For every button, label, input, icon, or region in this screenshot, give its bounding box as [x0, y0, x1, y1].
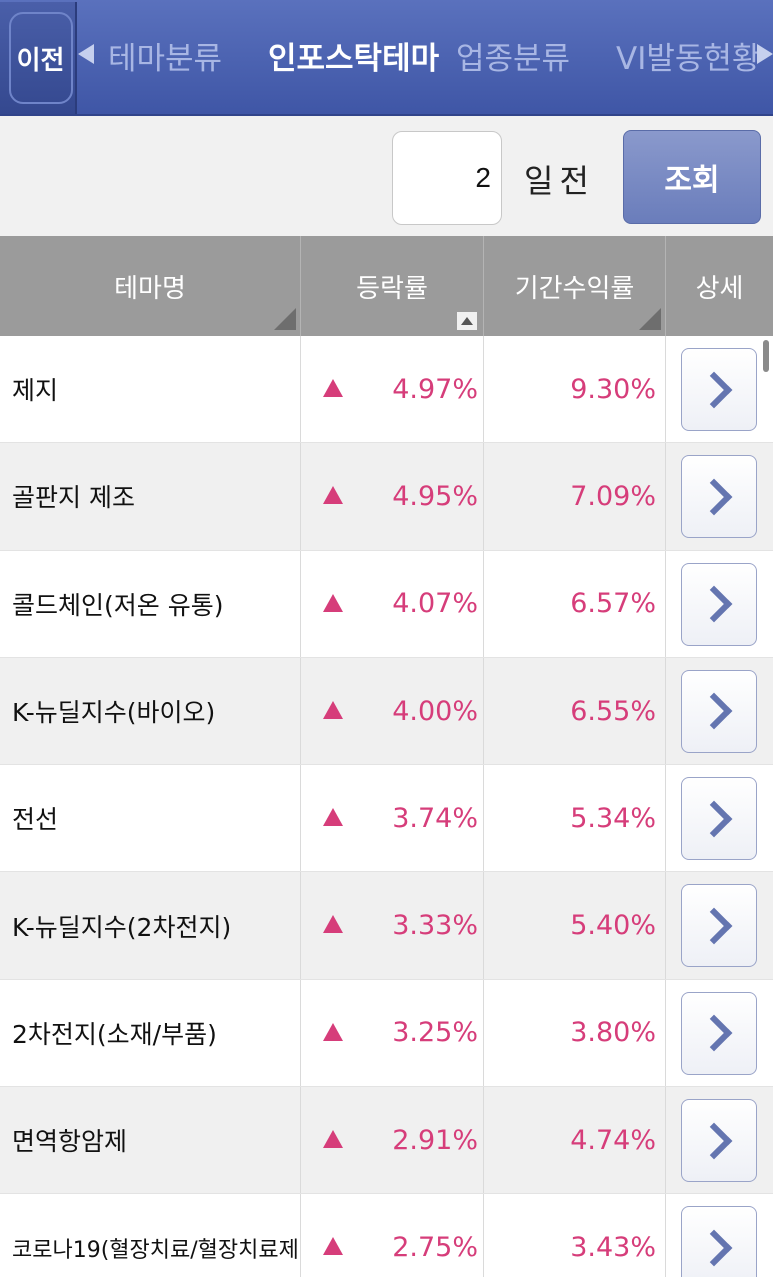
- query-button[interactable]: 조회: [623, 130, 761, 224]
- scroll-right-icon[interactable]: [757, 44, 773, 64]
- period-return: 3.43%: [570, 1232, 656, 1264]
- chevron-right-icon: [695, 1122, 733, 1159]
- period-return: 6.55%: [570, 695, 656, 727]
- header-period-return-label: 기간수익률: [514, 273, 635, 304]
- change-rate: 2.91%: [392, 1124, 478, 1156]
- table-row[interactable]: K-뉴딜지수(2차전지) 3.33% 5.40%: [0, 872, 773, 980]
- period-return: 6.57%: [570, 588, 656, 620]
- chevron-right-icon: [695, 478, 733, 516]
- detail-button[interactable]: [681, 991, 757, 1075]
- period-return: 7.09%: [570, 480, 656, 512]
- table-row[interactable]: 전선 3.74% 5.34%: [0, 765, 773, 873]
- period-return: 4.74%: [570, 1124, 656, 1156]
- period-return: 3.80%: [570, 1017, 656, 1049]
- detail-button[interactable]: [681, 669, 757, 753]
- table-row[interactable]: 제지 4.97% 9.30%: [0, 336, 773, 444]
- header-change-rate-label: 등락률: [356, 273, 428, 304]
- theme-name: 코로나19(혈장치료/혈장치료제): [12, 1237, 298, 1263]
- up-arrow-icon: [323, 1022, 343, 1041]
- table-row[interactable]: 코로나19(혈장치료/혈장치료제) 2.75% 3.43%: [0, 1194, 773, 1277]
- scroll-left-icon[interactable]: [78, 44, 94, 64]
- theme-name: 전선: [12, 805, 59, 835]
- detail-button[interactable]: [681, 455, 757, 539]
- theme-name: 제지: [12, 376, 59, 406]
- chevron-right-icon: [695, 693, 733, 730]
- detail-button[interactable]: [681, 562, 757, 646]
- up-arrow-icon: [323, 1237, 343, 1256]
- theme-name: K-뉴딜지수(바이오): [12, 698, 216, 728]
- header-change-rate[interactable]: 등락률: [300, 236, 483, 336]
- table-row[interactable]: 콜드체인(저온 유통) 4.07% 6.57%: [0, 550, 773, 658]
- period-return: 5.40%: [570, 910, 656, 942]
- change-rate: 4.00%: [392, 695, 478, 727]
- table-row[interactable]: 골판지 제조 4.95% 7.09%: [0, 443, 773, 551]
- chevron-right-icon: [695, 371, 733, 408]
- table-row[interactable]: 2차전지(소재/부품) 3.25% 3.80%: [0, 979, 773, 1088]
- up-arrow-icon: [323, 486, 343, 505]
- change-rate: 4.97%: [392, 373, 478, 405]
- theme-name: 골판지 제조: [12, 483, 135, 513]
- detail-button[interactable]: [681, 777, 757, 861]
- chevron-right-icon: [695, 1229, 733, 1267]
- up-arrow-icon: [323, 593, 343, 612]
- theme-name: 2차전지(소재/부품): [12, 1019, 217, 1049]
- detail-button[interactable]: [681, 348, 757, 431]
- change-rate: 3.33%: [392, 910, 478, 942]
- back-button-label: 이전: [16, 45, 65, 76]
- chevron-right-icon: [695, 1014, 733, 1052]
- table-row[interactable]: 면역항암제 2.91% 4.74%: [0, 1087, 773, 1195]
- header-detail: 상세: [665, 236, 773, 336]
- chevron-right-icon: [695, 585, 733, 623]
- change-rate: 3.74%: [392, 802, 478, 834]
- theme-name: K-뉴딜지수(2차전지): [12, 912, 232, 942]
- header-detail-label: 상세: [695, 273, 744, 304]
- scrollbar[interactable]: [763, 340, 769, 372]
- period-return: 5.34%: [570, 802, 656, 834]
- up-arrow-icon: [323, 700, 343, 719]
- header-period-return[interactable]: 기간수익률: [483, 236, 665, 336]
- days-ago-input[interactable]: [392, 131, 502, 225]
- table-row[interactable]: K-뉴딜지수(바이오) 4.00% 6.55%: [0, 657, 773, 766]
- sort-indicator-icon: [639, 308, 661, 330]
- period-return: 9.30%: [570, 373, 656, 405]
- theme-name: 콜드체인(저온 유통): [12, 590, 224, 620]
- change-rate: 2.75%: [392, 1232, 478, 1264]
- days-ago-label: 일전: [524, 162, 595, 200]
- top-nav-bar: 이전 테마분류 인포스탁테마 업종분류 VI발동현황: [0, 0, 773, 116]
- detail-button[interactable]: [681, 1099, 757, 1183]
- detail-button[interactable]: [681, 1206, 757, 1277]
- tab-theme-category[interactable]: 테마분류: [108, 32, 222, 86]
- header-theme-name[interactable]: 테마명: [0, 236, 300, 336]
- chevron-right-icon: [695, 800, 733, 838]
- theme-name: 면역항암제: [12, 1127, 128, 1157]
- detail-button[interactable]: [681, 884, 757, 968]
- theme-list: 제지 4.97% 9.30% 골판지 제조 4.95% 7.09% 콜드체인(저…: [0, 336, 773, 1277]
- up-arrow-icon: [323, 808, 343, 827]
- tab-vi-status[interactable]: VI발동현황: [616, 32, 760, 86]
- chevron-right-icon: [695, 907, 733, 945]
- up-arrow-icon: [323, 379, 343, 397]
- tab-industry-category[interactable]: 업종분류: [456, 32, 570, 86]
- change-rate: 4.07%: [392, 588, 478, 620]
- back-button[interactable]: 이전: [0, 2, 77, 114]
- change-rate: 4.95%: [392, 480, 478, 512]
- sort-ascending-icon: [457, 312, 477, 330]
- tab-infostock-theme[interactable]: 인포스탁테마: [268, 32, 439, 86]
- change-rate: 3.25%: [392, 1017, 478, 1049]
- sort-indicator-icon: [274, 308, 296, 330]
- up-arrow-icon: [323, 915, 343, 934]
- table-header: 테마명 등락률 기간수익률 상세: [0, 236, 773, 336]
- header-theme-name-label: 테마명: [114, 273, 186, 304]
- up-arrow-icon: [323, 1130, 343, 1149]
